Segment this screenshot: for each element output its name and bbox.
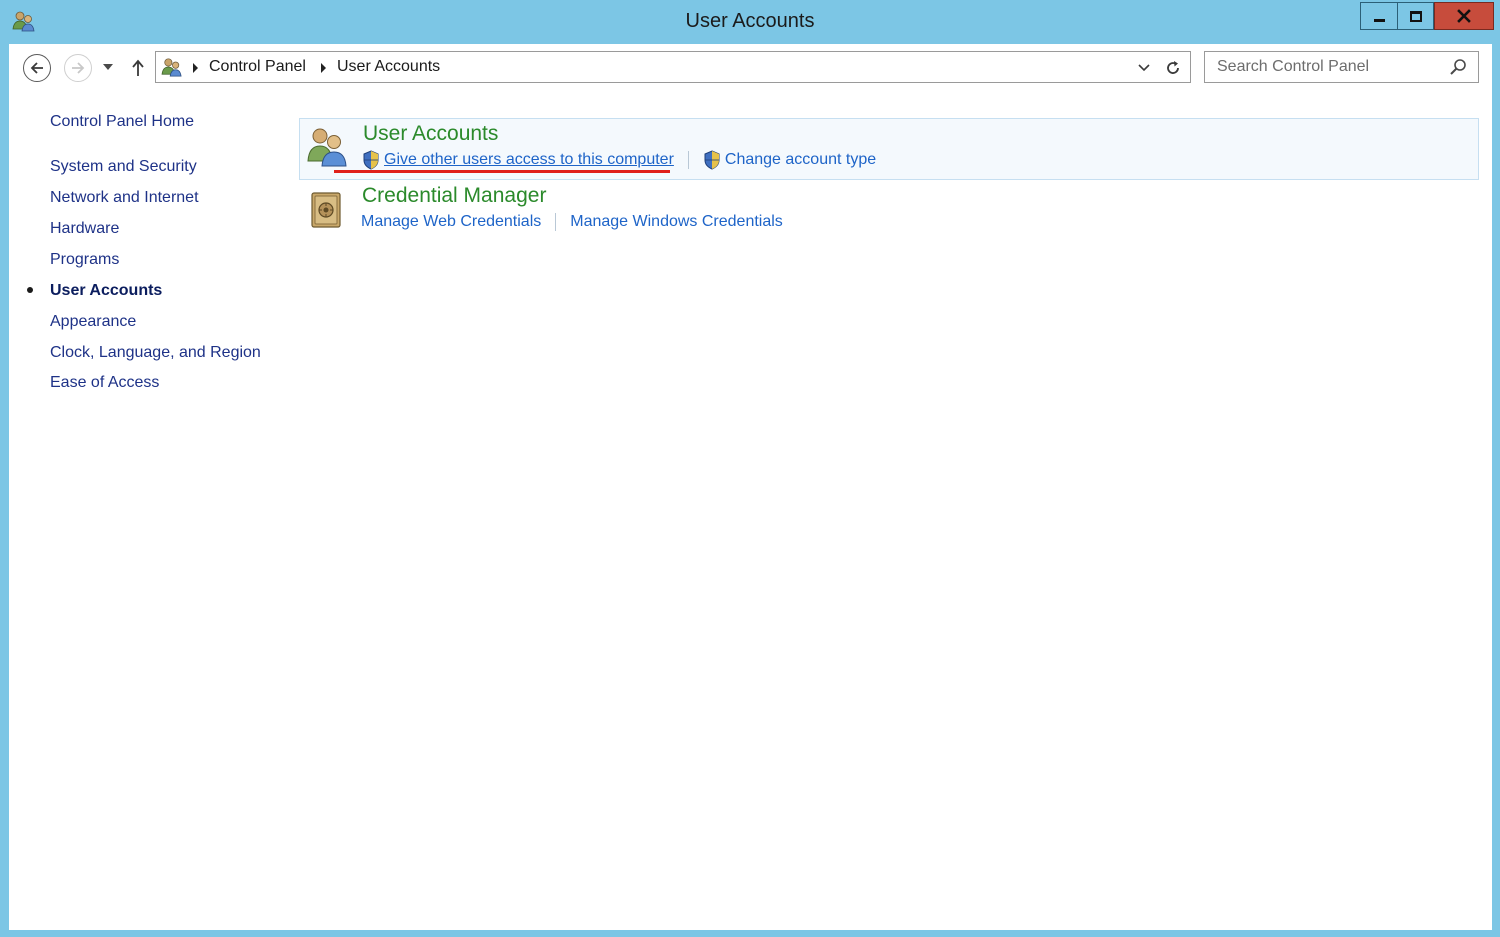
category-title-user-accounts[interactable]: User Accounts <box>363 122 498 146</box>
task-manage-web-credentials[interactable]: Manage Web Credentials <box>361 213 541 231</box>
breadcrumb-control-panel[interactable]: Control Panel <box>209 58 306 76</box>
task-label[interactable]: Change account type <box>725 151 876 169</box>
minimize-button[interactable] <box>1360 2 1397 30</box>
sidebar-item-programs[interactable]: Programs <box>50 251 119 269</box>
maximize-button[interactable] <box>1397 2 1434 30</box>
forward-button[interactable] <box>64 54 92 82</box>
sidebar-item-hardware[interactable]: Hardware <box>50 220 119 238</box>
recent-locations-button[interactable] <box>101 60 115 74</box>
address-bar[interactable]: Control Panel User Accounts <box>155 51 1191 83</box>
breadcrumb-user-accounts[interactable]: User Accounts <box>337 58 440 76</box>
task-manage-windows-credentials[interactable]: Manage Windows Credentials <box>570 213 783 231</box>
chevron-down-icon <box>103 64 113 70</box>
category-credential-manager: Credential Manager Manage Web Credential… <box>299 181 1479 243</box>
search-icon[interactable] <box>1449 58 1467 76</box>
sidebar-item-clock-language-region[interactable]: Clock, Language, and Region <box>50 344 261 362</box>
refresh-button[interactable] <box>1163 58 1183 78</box>
close-icon <box>1457 9 1471 23</box>
task-list: Manage Web Credentials Manage Windows Cr… <box>361 211 783 233</box>
up-arrow-icon <box>132 59 144 76</box>
window-title: User Accounts <box>685 10 815 32</box>
up-button[interactable] <box>128 56 148 80</box>
separator <box>555 213 557 231</box>
close-button[interactable] <box>1434 2 1494 30</box>
sidebar-item-ease-of-access[interactable]: Ease of Access <box>50 374 159 392</box>
back-button[interactable] <box>23 54 51 82</box>
back-arrow-icon <box>30 62 43 74</box>
task-label[interactable]: Manage Web Credentials <box>361 213 541 231</box>
search-input[interactable] <box>1205 52 1445 82</box>
forward-arrow-icon <box>72 62 85 74</box>
minimize-icon <box>1373 18 1385 22</box>
annotation-underline <box>334 170 670 173</box>
refresh-icon <box>1167 61 1179 74</box>
window: User Accounts Control Panel User Account… <box>0 0 1500 937</box>
sidebar-item-user-accounts[interactable]: User Accounts <box>50 282 162 300</box>
task-give-other-users-access[interactable]: Give other users access to this computer <box>362 150 674 170</box>
maximize-icon <box>1409 10 1422 22</box>
users-icon[interactable] <box>305 125 349 169</box>
task-list: Give other users access to this computer… <box>362 149 876 171</box>
uac-shield-icon <box>363 150 379 170</box>
title-bar[interactable]: User Accounts <box>0 0 1500 44</box>
task-change-account-type[interactable]: Change account type <box>703 150 876 170</box>
breadcrumb-separator-icon[interactable] <box>193 63 198 73</box>
breadcrumb-separator-icon[interactable] <box>321 63 326 73</box>
sidebar-item-control-panel-home[interactable]: Control Panel Home <box>50 113 194 131</box>
task-label[interactable]: Manage Windows Credentials <box>570 213 783 231</box>
client-area: Control Panel User Accounts Search Contr… <box>9 44 1492 930</box>
search-box[interactable] <box>1204 51 1479 83</box>
uac-shield-icon <box>704 150 720 170</box>
task-label[interactable]: Give other users access to this computer <box>384 151 674 169</box>
category-title-credential-manager[interactable]: Credential Manager <box>362 184 546 208</box>
separator <box>687 151 689 169</box>
chevron-down-icon <box>1138 64 1150 72</box>
address-history-button[interactable] <box>1136 60 1152 76</box>
sidebar-item-network-and-internet[interactable]: Network and Internet <box>50 189 199 207</box>
sidebar-item-system-and-security[interactable]: System and Security <box>50 158 197 176</box>
sidebar-item-appearance[interactable]: Appearance <box>50 313 136 331</box>
active-bullet-icon <box>27 287 33 293</box>
control-panel-icon <box>161 58 182 77</box>
vault-icon[interactable] <box>304 187 348 231</box>
